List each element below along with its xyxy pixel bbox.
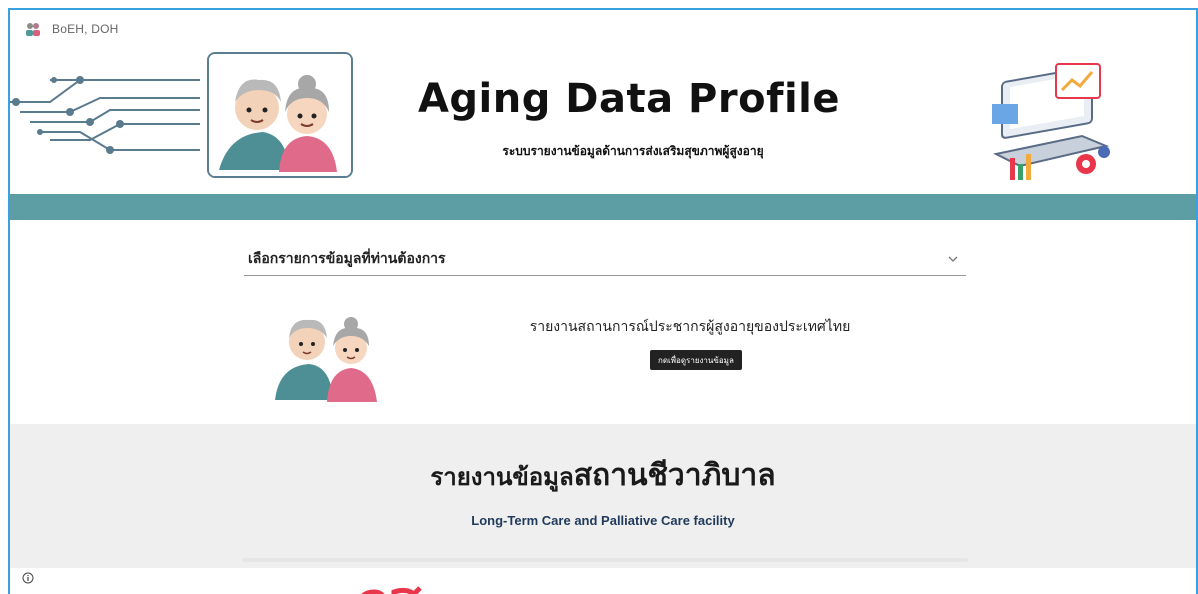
next-section [10, 568, 1196, 594]
site-bar: BoEH, DOH [24, 18, 118, 40]
red-heading-fragment [361, 586, 422, 594]
info-icon[interactable] [22, 572, 34, 584]
report-title: รายงานสถานการณ์ประชากรผู้สูงอายุของประเท… [529, 319, 851, 335]
elders-icon [26, 23, 40, 36]
data-selector-dropdown[interactable]: เลือกรายการข้อมูลที่ท่านต้องการ [244, 242, 966, 276]
elderly-couple-illustration-small [275, 317, 377, 402]
hospice-title-main: สถานชีวาภิบาล [573, 458, 776, 493]
chevron-down-icon[interactable] [946, 252, 960, 266]
view-report-button[interactable]: กดเพื่อดูรายงานข้อมูล [650, 350, 742, 370]
page-frame: BoEH, DOH Aging Data Profile ระบบรายงานข… [8, 8, 1198, 594]
site-name[interactable]: BoEH, DOH [52, 22, 118, 36]
laptop-analytics-graphic [992, 63, 1110, 180]
section-divider-bar [10, 194, 1196, 220]
hospice-title: รายงานข้อมูลสถานชีวาภิบาล [10, 452, 1196, 499]
hospice-title-prefix: รายงานข้อมูล [430, 463, 574, 491]
hospice-divider [242, 558, 968, 562]
dropdown-label: เลือกรายการข้อมูลที่ท่านต้องการ [248, 250, 446, 267]
hospice-subtitle: Long-Term Care and Palliative Care facil… [471, 513, 735, 528]
